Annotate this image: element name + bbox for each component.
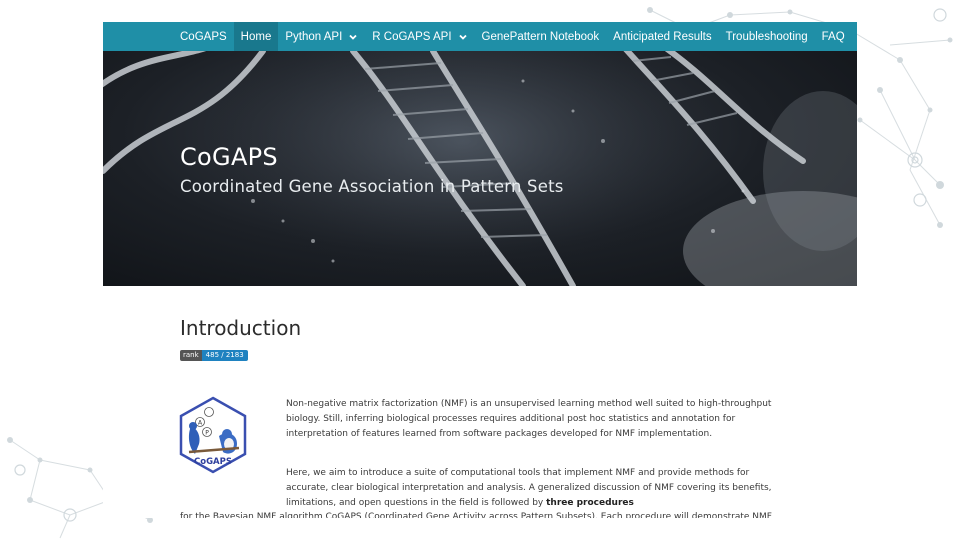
hero-title: CoGAPS	[180, 143, 278, 171]
top-navbar: CoGAPS Home Python API R CoGAPS API Gene…	[103, 22, 857, 51]
emphasis-text: three procedures	[546, 498, 634, 508]
browser-page: CoGAPS Home Python API R CoGAPS API Gene…	[103, 22, 857, 518]
intro-paragraph-1: Non-negative matrix factorization (NMF) …	[286, 399, 772, 439]
nav-item-anticipated-results[interactable]: Anticipated Results	[606, 22, 718, 51]
rank-badge[interactable]: rank 485 / 2183	[180, 350, 248, 361]
paragraph-text: Here, we aim to introduce a suite of com…	[286, 468, 772, 508]
nav-item-python-api[interactable]: Python API	[278, 22, 365, 51]
page-title: Introduction	[180, 316, 302, 340]
nav-label: GenePattern Notebook	[481, 30, 600, 43]
nav-label: Troubleshooting	[725, 30, 808, 43]
nav-item-r-cogaps-api[interactable]: R CoGAPS API	[365, 22, 474, 51]
chevron-down-icon	[458, 34, 467, 40]
nav-item-cogaps[interactable]: CoGAPS	[173, 22, 234, 51]
nav-label: FAQ	[821, 30, 845, 43]
hero-subtitle: Coordinated Gene Association in Pattern …	[180, 177, 564, 196]
nav-item-home[interactable]: Home	[233, 22, 279, 51]
logo-text: CoGAPS	[194, 457, 232, 467]
nav-item-faq[interactable]: FAQ	[815, 22, 852, 51]
nav-label: Anticipated Results	[613, 30, 712, 43]
logo-letter-p: P	[205, 430, 209, 437]
badge-label: rank	[180, 350, 202, 361]
badge-value: 485 / 2183	[201, 350, 248, 361]
intro-paragraph-2: Here, we aim to introduce a suite of com…	[286, 466, 786, 511]
nav-label: R CoGAPS API	[372, 30, 452, 43]
nav-item-troubleshooting[interactable]: Troubleshooting	[719, 22, 815, 51]
nav-label: Home	[240, 30, 272, 43]
nav-label: Python API	[285, 30, 343, 43]
cogaps-logo: A P CoGAPS	[179, 396, 247, 474]
intro-paragraph-2-continued: for the Bayesian NMF algorithm CoGAPS (C…	[180, 512, 772, 518]
chevron-down-icon	[349, 34, 357, 40]
main-content: Introduction rank 485 / 2183 A P CoGAPS …	[103, 286, 857, 518]
hero-banner: CoGAPS Coordinated Gene Association in P…	[103, 51, 857, 286]
nav-item-genepattern-notebook[interactable]: GenePattern Notebook	[475, 22, 607, 51]
nav-label: CoGAPS	[180, 30, 227, 43]
